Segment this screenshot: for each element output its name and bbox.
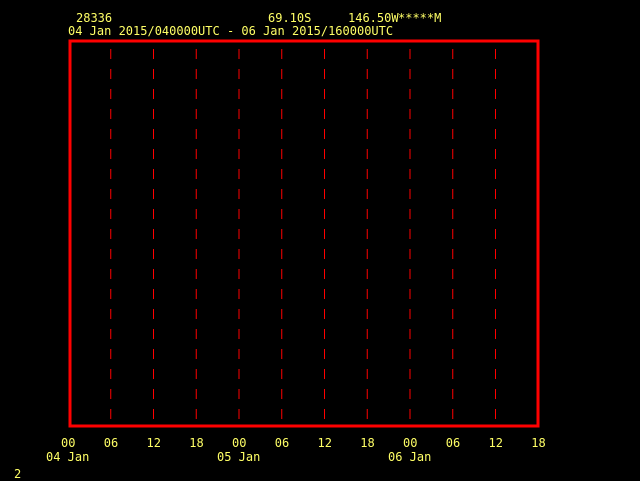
plot-area bbox=[68, 39, 540, 428]
x-tick-label: 00 bbox=[232, 436, 247, 450]
x-day-label: 04 Jan bbox=[46, 450, 90, 464]
x-day-label: 06 Jan bbox=[388, 450, 432, 464]
x-tick-label: 12 bbox=[146, 436, 161, 450]
plot-frame bbox=[68, 39, 540, 428]
x-tick-label: 00 bbox=[61, 436, 76, 450]
x-tick-label: 06 bbox=[274, 436, 290, 450]
page-number: 2 bbox=[14, 467, 22, 481]
x-tick-label: 18 bbox=[360, 436, 375, 450]
x-tick-label: 00 bbox=[403, 436, 418, 450]
x-tick-label: 12 bbox=[317, 436, 332, 450]
x-tick-label: 12 bbox=[488, 436, 503, 450]
x-tick-label: 06 bbox=[103, 436, 119, 450]
x-day-label: 05 Jan bbox=[217, 450, 261, 464]
x-tick-label: 18 bbox=[531, 436, 546, 450]
gridlines bbox=[110, 49, 539, 419]
x-tick-label: 18 bbox=[189, 436, 204, 450]
x-tick-label: 06 bbox=[445, 436, 461, 450]
